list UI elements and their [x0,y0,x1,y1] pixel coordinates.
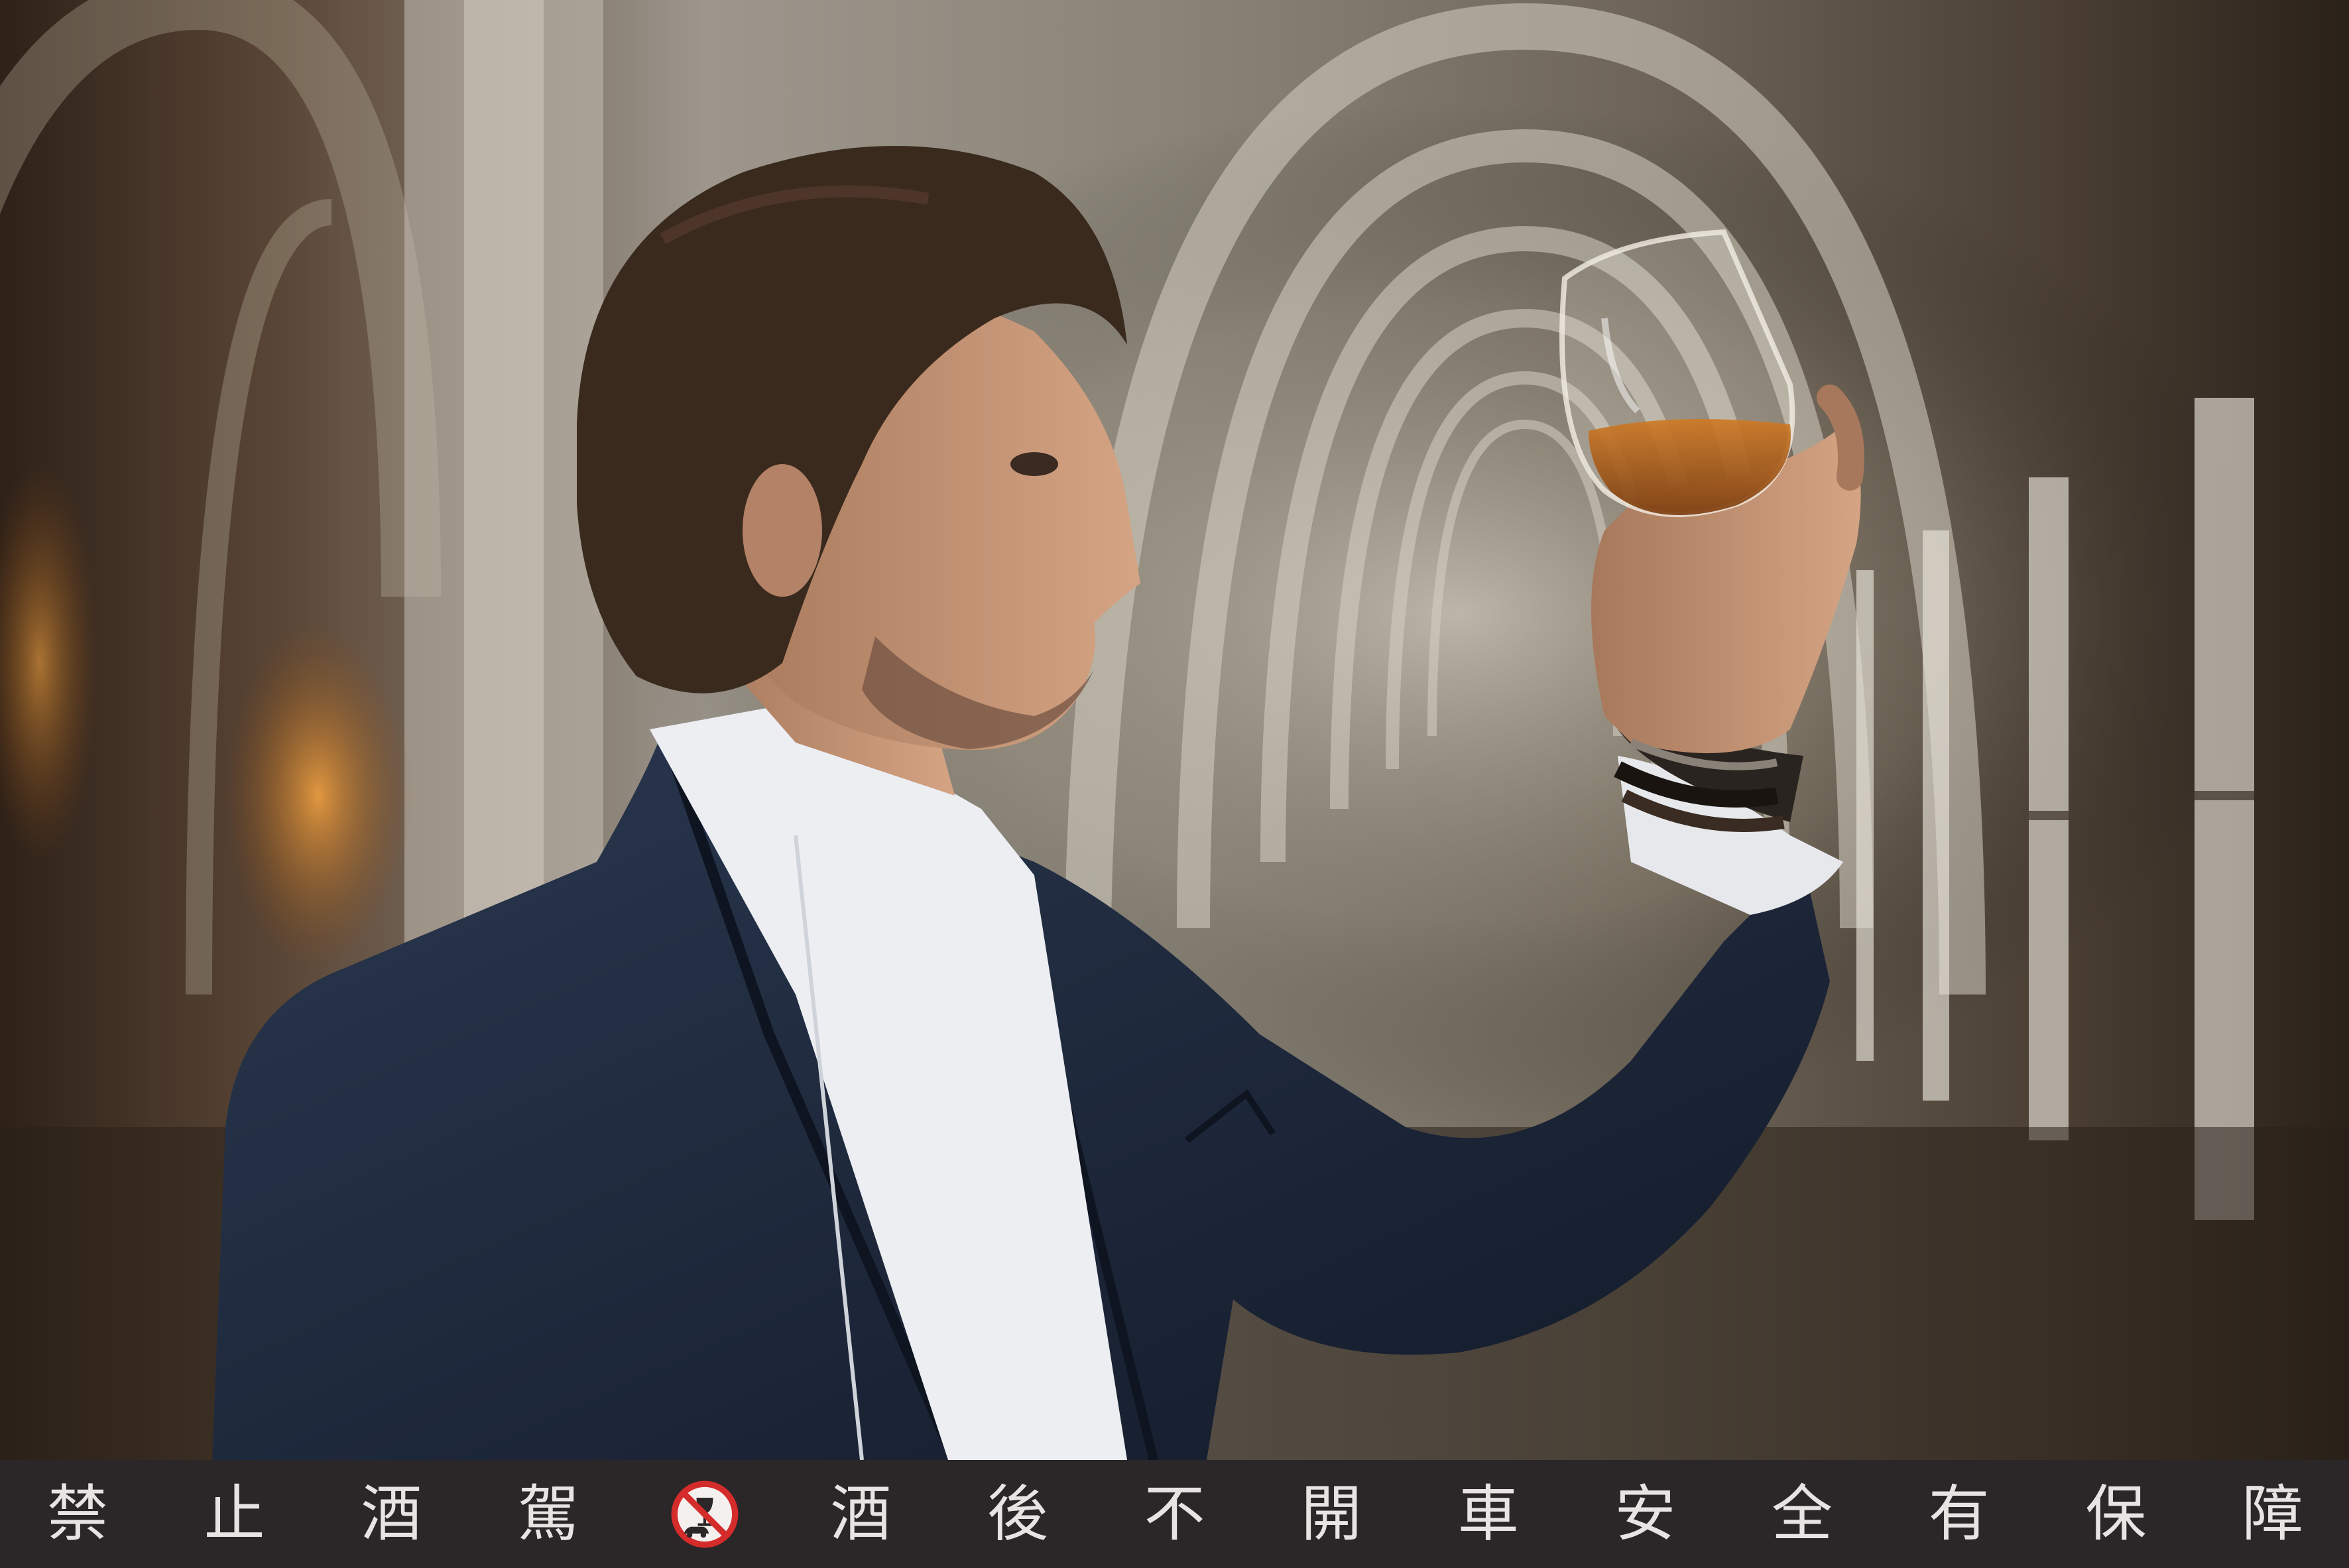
warning-char: 開 [1301,1478,1362,1549]
warning-char: 障 [2242,1478,2303,1549]
warning-char: 全 [1772,1478,1833,1549]
warning-char: 後 [987,1478,1048,1549]
hero-photo [0,0,2349,1460]
warning-char: 駕 [517,1478,579,1549]
warning-char: 安 [1614,1478,1676,1549]
warning-char: 酒 [830,1478,892,1549]
drink-driving-warning-bar: 禁 止 酒 駕 酒 後 不 開 車 安 全 有 保 障 [0,1460,2349,1568]
cellar-scene [0,0,2349,1460]
warning-char: 車 [1457,1478,1519,1549]
warning-char: 有 [1928,1478,1990,1549]
warning-char: 不 [1144,1478,1205,1549]
warning-char: 保 [2085,1478,2147,1549]
no-drink-driving-icon [669,1478,741,1550]
warning-char: 止 [204,1478,265,1549]
warning-char: 禁 [46,1478,108,1549]
warning-char: 酒 [361,1478,422,1549]
